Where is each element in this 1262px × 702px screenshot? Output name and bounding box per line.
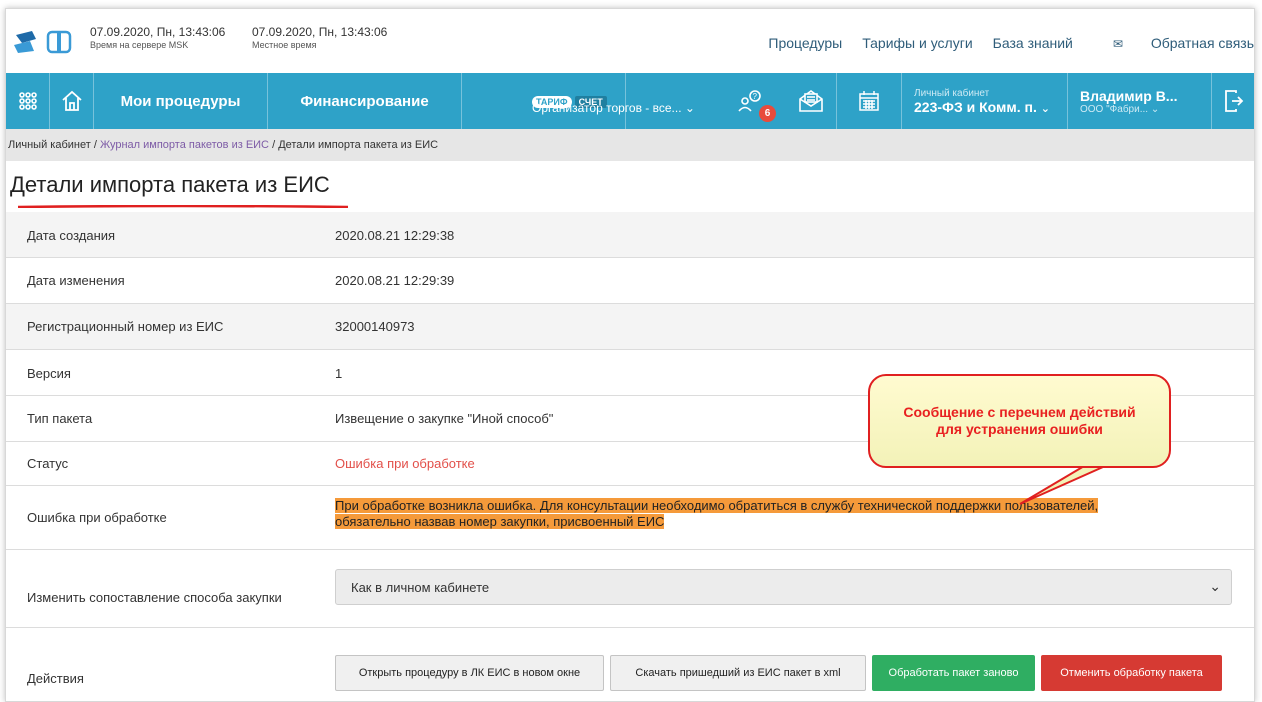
user-name: Владимир В... — [1080, 87, 1178, 104]
messages-button[interactable] — [786, 73, 836, 129]
error-label: Ошибка при обработке — [27, 510, 167, 525]
error-message-line2: обязательно назвав номер закупки, присво… — [335, 514, 665, 529]
mail-icon — [799, 90, 823, 112]
nav-feedback-label: Обратная связь — [1150, 35, 1254, 51]
status-value: Ошибка при обработке — [335, 456, 475, 471]
server-time-label: Время на сервере MSK — [90, 40, 189, 50]
home-button[interactable] — [50, 73, 94, 129]
type-value: Извещение о закупке "Иной способ" — [335, 411, 554, 426]
tariff-value: Организатор торгов - все... ⌄ — [532, 101, 695, 115]
select-value: Как в личном кабинете — [351, 579, 490, 595]
user-org: ООО "Фабри... ⌄ — [1080, 104, 1159, 115]
reprocess-button[interactable]: Обработать пакет заново — [872, 655, 1035, 691]
cancel-processing-button[interactable]: Отменить обработку пакета — [1041, 655, 1222, 691]
svg-text:?: ? — [753, 92, 758, 101]
tariff-value-text: Организатор торгов - все... — [532, 101, 682, 115]
error-message-line1: При обработке возникла ошибка. Для консу… — [335, 498, 1099, 513]
main-navbar: Мои процедуры Финансирование ТАРИФ СЧЕТ О… — [6, 73, 1254, 129]
chevron-down-icon: ⌄ — [1040, 102, 1050, 115]
local-time-label: Местное время — [252, 40, 317, 50]
top-bar: 07.09.2020, Пн, 13:43:06 Время на сервер… — [6, 9, 1254, 73]
annotation-callout: Сообщение с перечнем действий для устран… — [868, 374, 1171, 468]
title-underline — [18, 205, 348, 208]
detail-row-created: Дата создания 2020.08.21 12:29:38 — [6, 212, 1254, 258]
created-label: Дата создания — [27, 228, 116, 243]
procurement-method-select[interactable]: Как в личном кабинете ⌄ — [335, 569, 1232, 605]
page-title: Детали импорта пакета из ЕИС — [10, 172, 330, 197]
actions-label: Действия — [27, 671, 84, 686]
server-clock: 07.09.2020, Пн, 13:43:06 Время на сервер… — [90, 26, 225, 52]
created-value: 2020.08.21 12:29:38 — [335, 228, 455, 243]
apps-menu-button[interactable] — [6, 73, 50, 129]
detail-row-regnum: Регистрационный номер из ЕИС 32000140973 — [6, 304, 1254, 350]
cabinet-value-text: 223-ФЗ и Комм. п. — [914, 98, 1037, 115]
notification-badge: 6 — [759, 105, 776, 122]
chevron-down-icon: ⌄ — [684, 101, 695, 115]
financing-link[interactable]: Финансирование — [268, 73, 462, 129]
user-org-text: ООО "Фабри... — [1080, 103, 1149, 115]
version-label: Версия — [27, 366, 71, 381]
nav-tariffs[interactable]: Тарифы и услуги — [862, 35, 972, 51]
cabinet-value: 223-ФЗ и Комм. п. ⌄ — [914, 99, 1050, 115]
nav-knowledge[interactable]: База знаний — [993, 35, 1073, 51]
nav-feedback[interactable]: ✉ Обратная связь — [1093, 35, 1254, 51]
breadcrumb-separator: / — [269, 139, 279, 151]
chevron-down-icon: ⌄ — [1150, 103, 1160, 115]
breadcrumb-journal[interactable]: Журнал импорта пакетов из ЕИС — [100, 139, 269, 151]
version-value: 1 — [335, 366, 343, 381]
breadcrumb-current: Детали импорта пакета из ЕИС — [278, 139, 439, 151]
local-clock: 07.09.2020, Пн, 13:43:06 Местное время — [252, 26, 387, 52]
modified-value: 2020.08.21 12:29:39 — [335, 273, 455, 288]
breadcrumb-separator: / — [90, 139, 100, 151]
calendar-button[interactable] — [836, 73, 902, 129]
logo-icon — [14, 30, 72, 54]
status-label: Статус — [27, 456, 69, 471]
server-time: 07.09.2020, Пн, 13:43:06 — [90, 25, 226, 39]
grid-icon — [18, 92, 37, 110]
notifications-button[interactable]: ? 6 — [726, 73, 776, 129]
nav-procedures[interactable]: Процедуры — [768, 35, 842, 51]
user-dropdown[interactable]: Владимир В... ООО "Фабри... ⌄ — [1068, 73, 1212, 129]
envelope-icon: ✉ — [1112, 37, 1123, 51]
chevron-down-icon: ⌄ — [1209, 578, 1221, 594]
regnum-label: Регистрационный номер из ЕИС — [27, 319, 224, 334]
download-xml-button[interactable]: Скачать пришедший из ЕИС пакет в xml — [610, 655, 866, 691]
detail-row-modified: Дата изменения 2020.08.21 12:29:39 — [6, 258, 1254, 304]
breadcrumb: Личный кабинет / Журнал импорта пакетов … — [6, 129, 1254, 161]
home-icon — [61, 90, 82, 111]
app-window: 07.09.2020, Пн, 13:43:06 Время на сервер… — [5, 8, 1255, 702]
top-nav: Процедуры Тарифы и услуги База знаний ✉ … — [748, 35, 1254, 51]
type-label: Тип пакета — [27, 411, 93, 426]
local-time: 07.09.2020, Пн, 13:43:06 — [252, 25, 388, 39]
cabinet-dropdown[interactable]: Личный кабинет 223-ФЗ и Комм. п. ⌄ — [902, 73, 1068, 129]
cabinet-label: Личный кабинет — [914, 87, 990, 99]
calendar-icon — [859, 91, 879, 111]
my-procedures-link[interactable]: Мои процедуры — [94, 73, 268, 129]
logout-button[interactable] — [1212, 73, 1254, 129]
open-eis-button[interactable]: Открыть процедуру в ЛК ЕИС в новом окне — [335, 655, 604, 691]
modified-label: Дата изменения — [27, 273, 125, 288]
mapping-label: Изменить сопоставление способа закупки — [27, 590, 282, 605]
breadcrumb-home[interactable]: Личный кабинет — [8, 139, 91, 151]
regnum-value: 32000140973 — [335, 319, 415, 334]
logout-icon — [1225, 90, 1244, 112]
error-message: При обработке возникла ошибка. Для консу… — [335, 498, 1099, 530]
